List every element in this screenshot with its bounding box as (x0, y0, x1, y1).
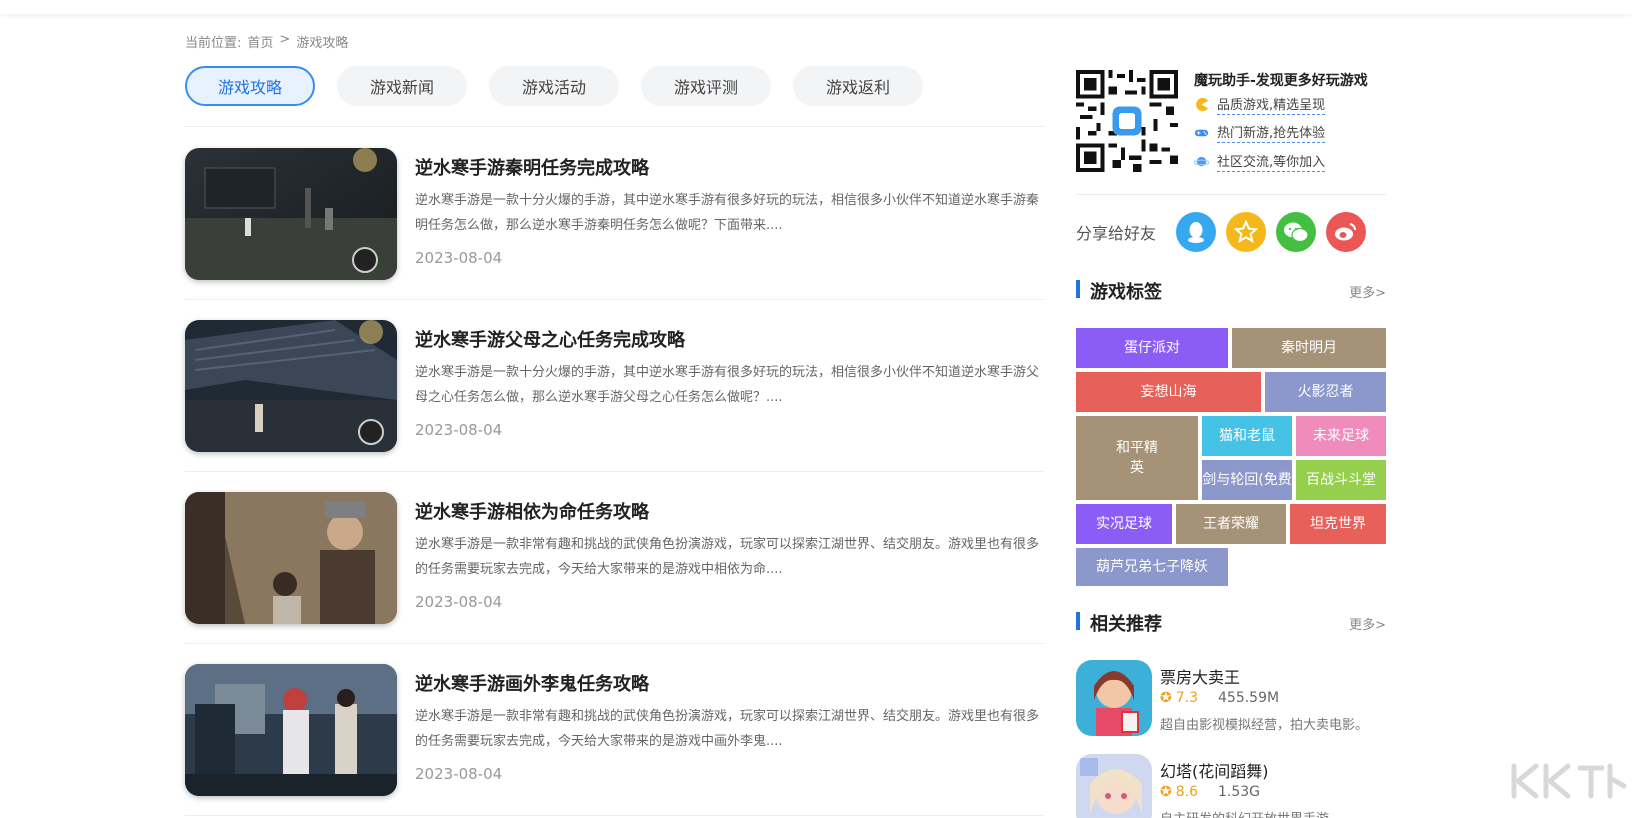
site-watermark-logo (1508, 760, 1628, 814)
recommend-section-header: 相关推荐 更多> (1076, 610, 1386, 635)
game-name[interactable]: 票房大卖王 (1160, 664, 1240, 688)
article-item[interactable]: 逆水寒手游画外李鬼任务攻略 逆水寒手游是一款非常有趣和挑战的武侠角色扮演游戏，玩… (185, 644, 1045, 816)
game-rating: 7.3 (1175, 690, 1198, 706)
game-rating: 8.6 (1175, 784, 1198, 800)
tag-item[interactable]: 坦克世界 (1290, 504, 1386, 544)
breadcrumb-prefix: 当前位置: (185, 36, 242, 51)
tab-game-news[interactable]: 游戏新闻 (337, 66, 467, 106)
game-size: 1.53G (1218, 784, 1261, 800)
promo-feature[interactable]: 热门新游,抢先体验 (1194, 122, 1326, 143)
tag-item[interactable]: 妄想山海 (1076, 372, 1261, 412)
share-weibo-button[interactable] (1326, 212, 1367, 252)
wechat-icon (1284, 222, 1309, 243)
qq-icon (1188, 222, 1205, 243)
article-title[interactable]: 逆水寒手游画外李鬼任务攻略 (415, 670, 649, 696)
tag-item[interactable]: 王者荣耀 (1176, 504, 1286, 544)
game-name[interactable]: 幻塔(花间蹈舞) (1160, 758, 1269, 782)
promo-feature-text: 品质游戏,精选呈现 (1217, 94, 1326, 115)
tab-game-events[interactable]: 游戏活动 (489, 66, 619, 106)
breadcrumb-separator: > (279, 32, 291, 47)
game-description: 自主研发的科幻开放世界手游 (1160, 808, 1329, 818)
article-thumbnail[interactable] (185, 320, 397, 452)
tag-item[interactable]: 火影忍者 (1265, 372, 1386, 412)
article-date: 2023-08-04 (415, 421, 503, 439)
share-bar: 分享给好友 (1076, 212, 1376, 252)
share-label: 分享给好友 (1076, 224, 1157, 243)
tag-item[interactable]: 剑与轮回(免费 (1202, 460, 1292, 500)
tag-item[interactable]: 实况足球 (1076, 504, 1172, 544)
promo-feature-text: 热门新游,抢先体验 (1217, 122, 1326, 143)
qzone-icon (1234, 220, 1259, 244)
promo-title: 魔玩助手-发现更多好玩游戏 (1194, 73, 1368, 89)
article-item[interactable]: 逆水寒手游秦明任务完成攻略 逆水寒手游是一款十分火爆的手游，其中逆水寒手游有很多… (185, 128, 1045, 300)
weibo-icon (1335, 223, 1357, 241)
star-icon: ✪ (1160, 690, 1172, 706)
tags-section-header: 游戏标签 更多> (1076, 278, 1386, 303)
gamepad-icon (1194, 129, 1209, 137)
game-icon[interactable] (1076, 660, 1152, 736)
breadcrumb: 当前位置: 首页 > 游戏攻略 (185, 32, 348, 51)
tab-game-guides[interactable]: 游戏攻略 (185, 66, 315, 106)
tag-item[interactable]: 未来足球 (1296, 416, 1386, 456)
article-summary: 逆水寒手游是一款非常有趣和挑战的武侠角色扮演游戏，玩家可以探索江湖世界、结交朋友… (415, 709, 1040, 749)
tags-section-title: 游戏标签 (1090, 282, 1162, 303)
planet-icon (1194, 156, 1209, 167)
tag-item[interactable]: 和平精英 (1076, 416, 1198, 500)
qr-code-icon (1076, 70, 1178, 172)
article-thumbnail[interactable] (185, 664, 397, 796)
share-qq-button[interactable] (1176, 212, 1217, 252)
game-icon[interactable] (1076, 754, 1152, 818)
share-qzone-button[interactable] (1226, 212, 1267, 252)
sidebar-divider (1076, 194, 1386, 195)
tag-item[interactable]: 蛋仔派对 (1076, 328, 1228, 368)
section-accent-bar (1076, 612, 1080, 630)
tag-item[interactable]: 秦时明月 (1232, 328, 1386, 368)
tab-game-rebates[interactable]: 游戏返利 (793, 66, 923, 106)
game-tags: 蛋仔派对 秦时明月 妄想山海 火影忍者 和平精英 猫和老鼠 未来足球 剑与轮回(… (1076, 328, 1386, 586)
star-icon: ✪ (1160, 784, 1172, 800)
article-summary: 逆水寒手游是一款非常有趣和挑战的武侠角色扮演游戏，玩家可以探索江湖世界、结交朋友… (415, 537, 1040, 577)
article-title[interactable]: 逆水寒手游相依为命任务攻略 (415, 498, 649, 524)
tags-more-link[interactable]: 更多> (1349, 282, 1386, 301)
recommend-section-title: 相关推荐 (1090, 614, 1162, 635)
pacman-icon (1196, 97, 1209, 112)
category-tabs: 游戏攻略 游戏新闻 游戏活动 游戏评测 游戏返利 (185, 66, 923, 106)
tag-item[interactable]: 猫和老鼠 (1202, 416, 1292, 456)
section-accent-bar (1076, 280, 1080, 298)
promo-feature[interactable]: 品质游戏,精选呈现 (1194, 94, 1326, 115)
article-item[interactable]: 逆水寒手游父母之心任务完成攻略 逆水寒手游是一款十分火爆的手游，其中逆水寒手游有… (185, 300, 1045, 472)
top-bar (0, 0, 1632, 14)
game-description: 超自由影视模拟经营，拍大卖电影。 (1160, 718, 1369, 733)
article-summary: 逆水寒手游是一款十分火爆的手游，其中逆水寒手游有很多好玩的玩法，相信很多小伙伴不… (415, 193, 1040, 233)
tabs-divider (185, 126, 1045, 127)
game-size: 455.59M (1218, 690, 1280, 706)
tag-item[interactable]: 百战斗斗堂 (1296, 460, 1386, 500)
article-item[interactable]: 逆水寒手游相依为命任务攻略 逆水寒手游是一款非常有趣和挑战的武侠角色扮演游戏，玩… (185, 472, 1045, 644)
game-meta: ✪ 7.3 455.59M (1160, 690, 1279, 706)
article-thumbnail[interactable] (185, 148, 397, 280)
promo-feature-text: 社区交流,等你加入 (1217, 151, 1326, 172)
tab-game-reviews[interactable]: 游戏评测 (641, 66, 771, 106)
article-date: 2023-08-04 (415, 593, 503, 611)
breadcrumb-current: 游戏攻略 (296, 36, 349, 51)
recommend-more-link[interactable]: 更多> (1349, 614, 1386, 633)
game-meta: ✪ 8.6 1.53G (1160, 784, 1260, 800)
article-title[interactable]: 逆水寒手游父母之心任务完成攻略 (415, 326, 685, 352)
article-summary: 逆水寒手游是一款十分火爆的手游，其中逆水寒手游有很多好玩的玩法，相信很多小伙伴不… (415, 365, 1040, 405)
article-title[interactable]: 逆水寒手游秦明任务完成攻略 (415, 154, 649, 180)
article-thumbnail[interactable] (185, 492, 397, 624)
article-date: 2023-08-04 (415, 765, 503, 783)
promo-feature[interactable]: 社区交流,等你加入 (1194, 151, 1326, 172)
recommend-item[interactable]: 幻塔(花间蹈舞) ✪ 8.6 1.53G 自主研发的科幻开放世界手游 (1076, 754, 1386, 818)
article-date: 2023-08-04 (415, 249, 503, 267)
tag-item[interactable]: 葫芦兄弟七子降妖 (1076, 548, 1228, 586)
recommend-item[interactable]: 票房大卖王 ✪ 7.3 455.59M 超自由影视模拟经营，拍大卖电影。 (1076, 660, 1386, 744)
breadcrumb-home-link[interactable]: 首页 (247, 32, 273, 51)
share-wechat-button[interactable] (1276, 212, 1317, 252)
